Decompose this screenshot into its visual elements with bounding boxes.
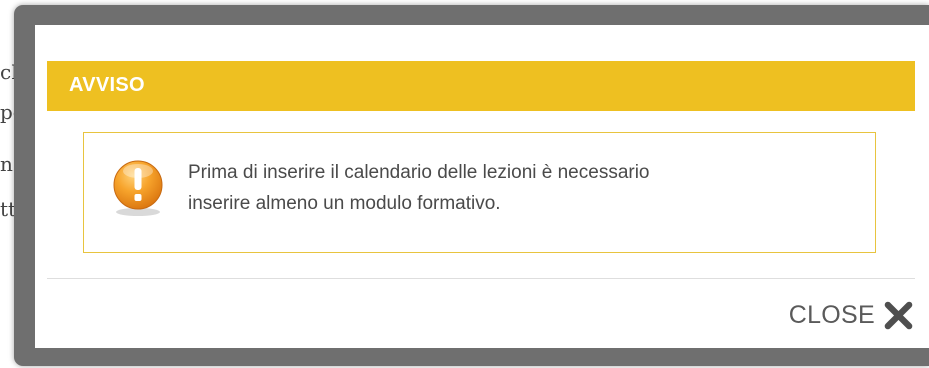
dialog-header: AVVISO: [47, 61, 915, 111]
message-line: inserire almeno un modulo formativo.: [188, 193, 501, 214]
close-button[interactable]: CLOSE: [789, 298, 914, 332]
dialog-title: AVVISO: [69, 74, 145, 96]
warning-exclamation-icon: [113, 160, 163, 216]
message-box: Prima di inserire il calendario delle le…: [83, 132, 876, 253]
message-text: Prima di inserire il calendario delle le…: [188, 157, 868, 219]
close-label: CLOSE: [788, 300, 875, 329]
alert-dialog: AVVISO Prima di inserire il calendario d…: [35, 25, 929, 348]
close-x-icon[interactable]: [883, 300, 914, 331]
message-line: Prima di inserire il calendario delle le…: [188, 162, 650, 183]
footer-divider: [47, 278, 915, 279]
